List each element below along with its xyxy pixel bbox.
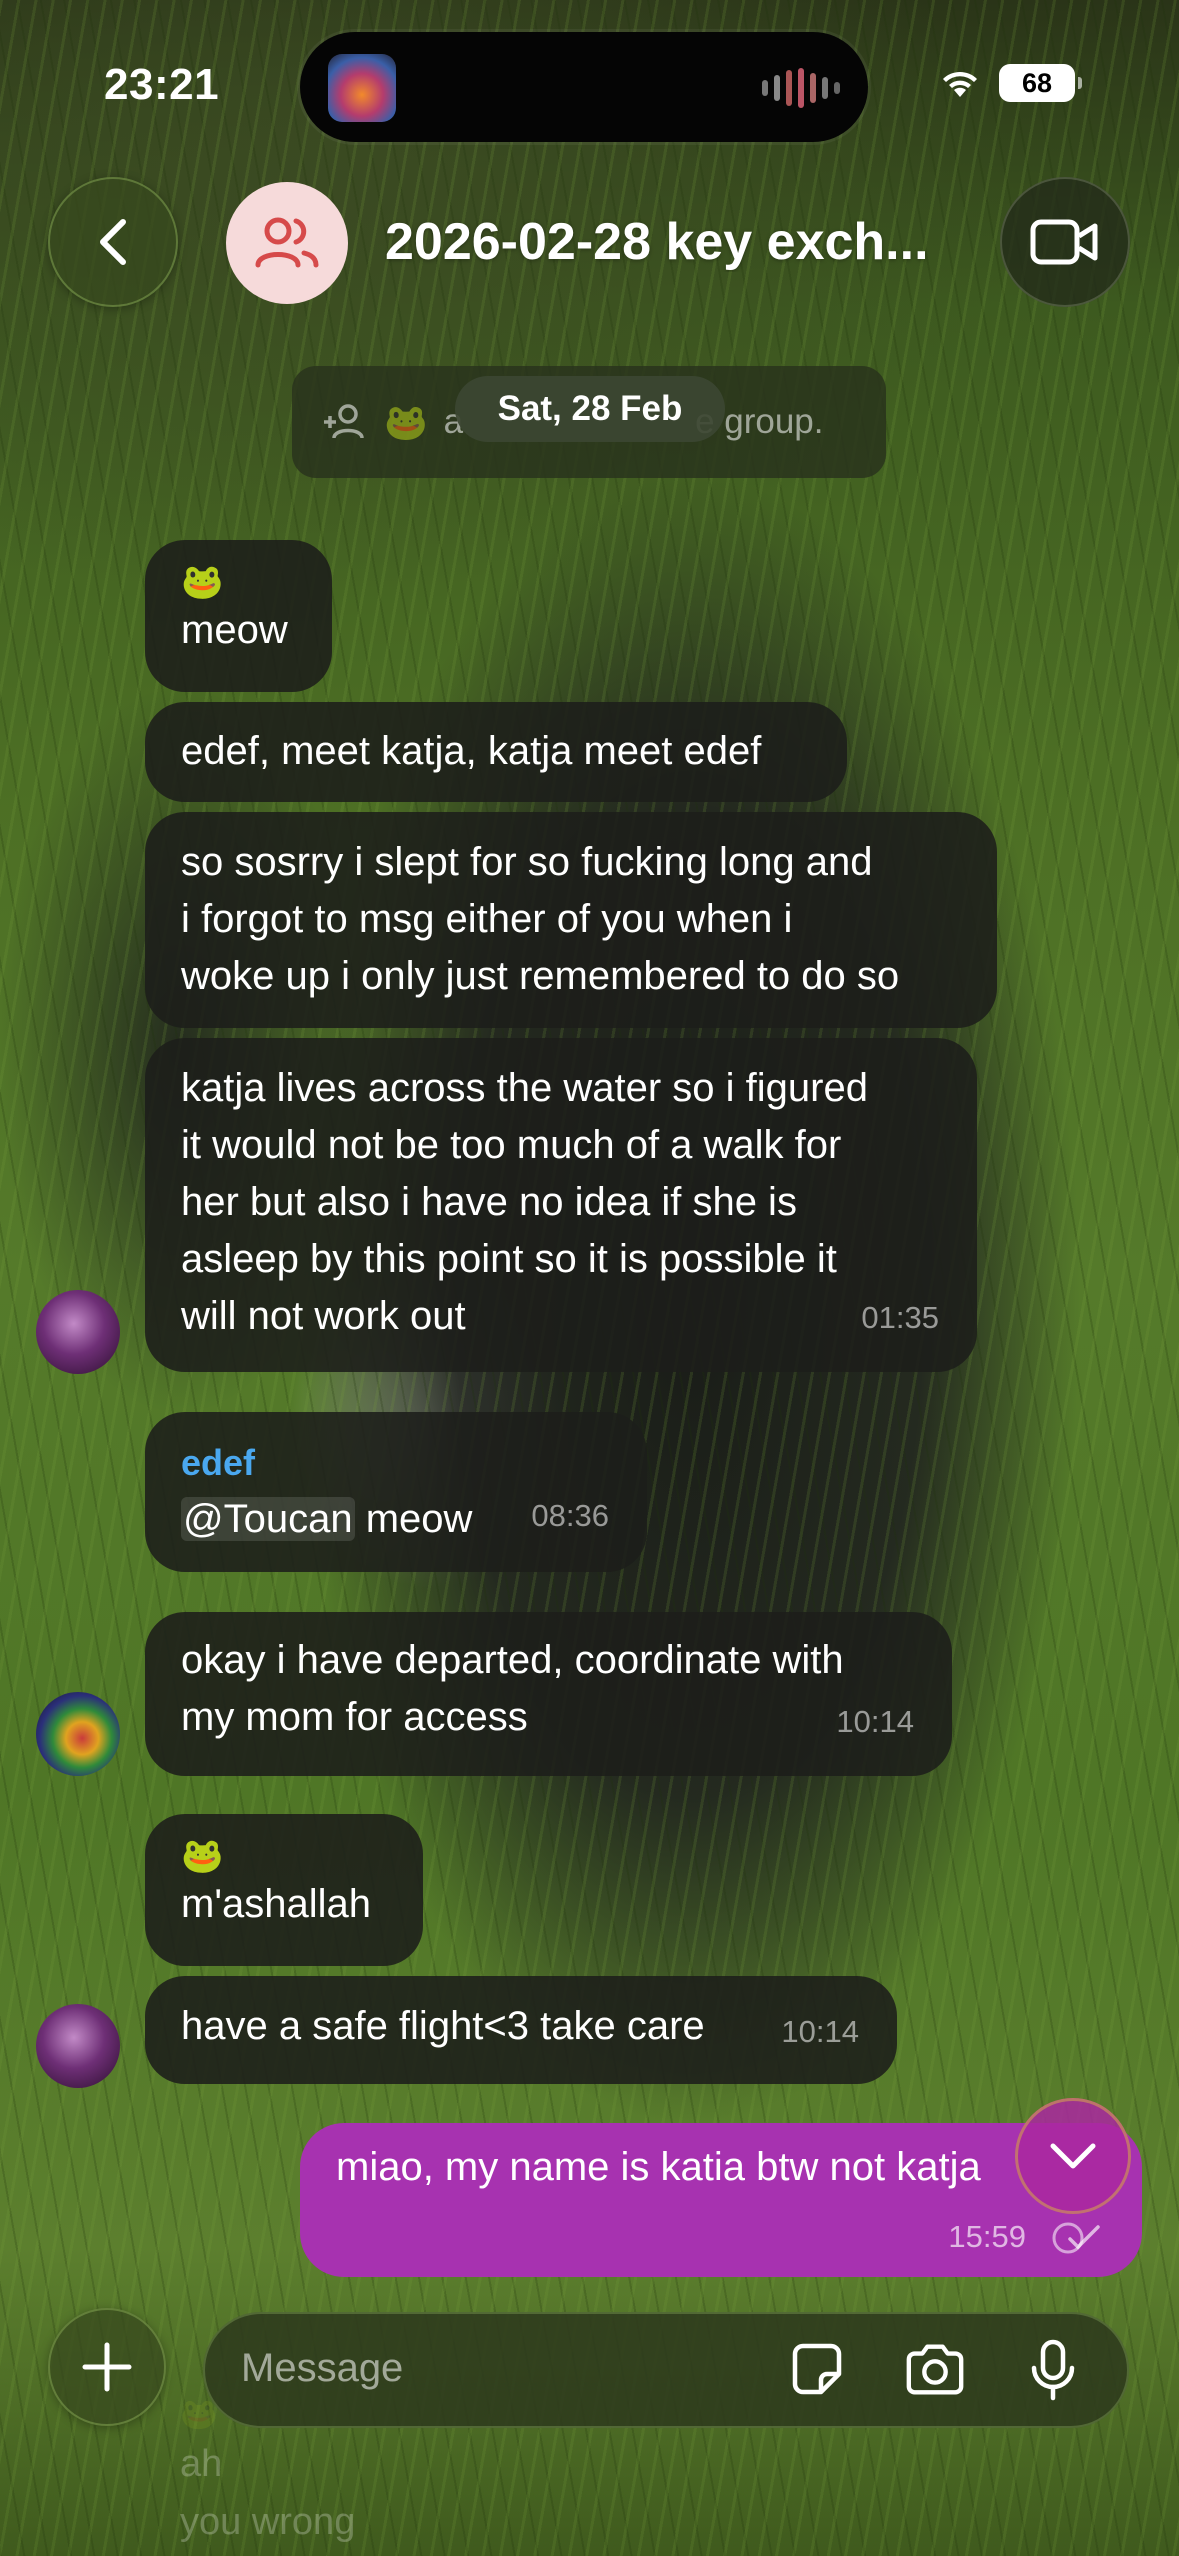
message-time: 08:36 [531, 1498, 609, 1533]
message-time: 10:14 [836, 1704, 914, 1739]
chat-title[interactable]: 2026-02-28 key exch... [385, 212, 975, 272]
group-avatar[interactable] [226, 182, 348, 304]
sticker-button[interactable] [785, 2338, 849, 2402]
audio-wave-icon [762, 68, 840, 108]
message-emoji: 🐸 [181, 563, 224, 601]
status-indicators: 68 [939, 64, 1082, 102]
message-text: edef, meet katja, katja meet edef [181, 729, 762, 773]
message-bubble[interactable]: have a safe flight<3 take care 10:14 [145, 1976, 897, 2084]
date-separator: Sat, 28 Feb [455, 376, 725, 442]
message-line: so sosrry i slept for so fucking long an… [181, 840, 873, 884]
wifi-icon [943, 71, 977, 97]
now-playing-artwork [328, 54, 396, 122]
status-time: 23:21 [104, 60, 220, 109]
faded-line: ah [180, 2443, 223, 2485]
sender-name[interactable]: edef [181, 1434, 611, 1491]
message-line: will not work out [181, 1294, 466, 1338]
message-bubble[interactable]: edef, meet katja, katja meet edef [145, 702, 847, 802]
video-camera-icon [1030, 219, 1098, 265]
faded-line: you wrong [180, 2501, 356, 2543]
message-bubble[interactable]: 🐸 meow [145, 540, 332, 692]
back-chevron-icon [100, 219, 126, 265]
message-text: meow [181, 608, 288, 652]
microphone-icon [1031, 2339, 1075, 2401]
attach-button[interactable] [48, 2308, 166, 2426]
message-text: have a safe flight<3 take care [181, 2004, 705, 2048]
message-line: my mom for access [181, 1695, 528, 1739]
plus-icon [82, 2342, 132, 2392]
message-composer[interactable]: Message [203, 2312, 1129, 2428]
system-emoji: 🐸 [384, 402, 428, 442]
mention-link[interactable]: @Toucan [181, 1497, 355, 1541]
video-call-button[interactable] [1000, 177, 1130, 307]
message-line: i forgot to msg either of you when i [181, 897, 793, 941]
message-bubble[interactable]: 🐸 m'ashallah [145, 1814, 423, 1966]
sticker-icon [792, 2343, 842, 2395]
message-text: meow [354, 1497, 473, 1541]
message-line: asleep by this point so it is possible i… [181, 1237, 837, 1281]
message-line: katja lives across the water so i figure… [181, 1066, 868, 1110]
message-text: miao, my name is katia btw not katja [336, 2145, 981, 2189]
message-line: her but also i have no idea if she is [181, 1180, 797, 1224]
group-icon [255, 217, 319, 268]
message-input[interactable]: Message [241, 2346, 403, 2391]
sender-avatar[interactable] [36, 1290, 120, 1374]
sender-avatar[interactable] [36, 1692, 120, 1776]
message-time: 10:14 [781, 2014, 859, 2049]
message-bubble[interactable]: katja lives across the water so i figure… [145, 1038, 977, 1372]
message-line: it would not be too much of a walk for [181, 1123, 842, 1167]
read-checkmarks-icon [1052, 2222, 1100, 2254]
voice-message-button[interactable] [1021, 2338, 1085, 2402]
dynamic-island[interactable] [300, 32, 868, 142]
battery-indicator: 68 [999, 64, 1082, 102]
message-line: okay i have departed, coordinate with [181, 1638, 844, 1682]
scroll-down-chevron-icon [1050, 2143, 1096, 2169]
message-time: 15:59 [948, 2219, 1026, 2254]
camera-button[interactable] [903, 2338, 967, 2402]
message-bubble[interactable]: edef @Toucan meow 08:36 [145, 1412, 647, 1572]
message-line: woke up i only just remembered to do so [181, 954, 900, 998]
message-emoji: 🐸 [181, 1837, 224, 1875]
scroll-to-bottom-button[interactable] [1015, 2098, 1131, 2214]
back-button[interactable] [48, 177, 178, 307]
sender-avatar[interactable] [36, 2004, 120, 2088]
message-text: m'ashallah [181, 1882, 371, 1926]
message-bubble[interactable]: so sosrry i slept for so fucking long an… [145, 812, 997, 1028]
message-time: 01:35 [861, 1300, 939, 1335]
camera-icon [906, 2344, 964, 2395]
add-user-icon [324, 404, 364, 439]
message-bubble[interactable]: okay i have departed, coordinate with my… [145, 1612, 952, 1776]
